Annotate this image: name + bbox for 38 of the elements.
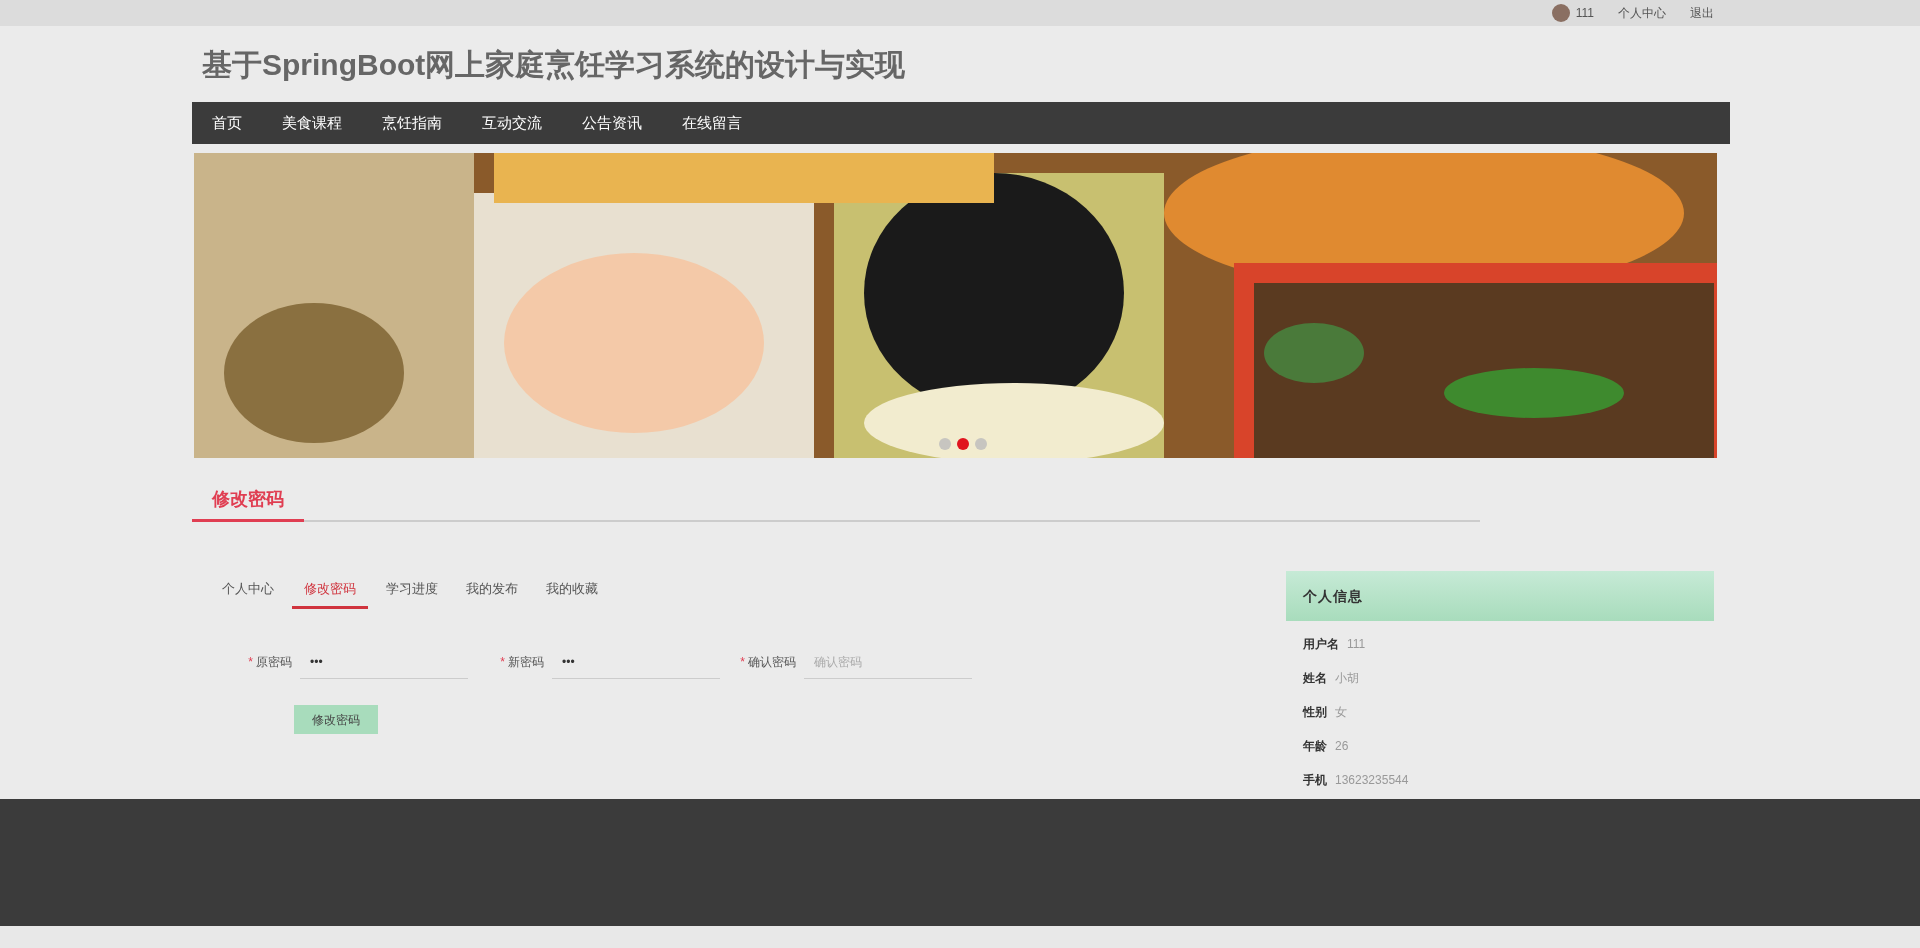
nav-link[interactable]: 美食课程 — [282, 111, 342, 135]
avatar-icon — [1551, 4, 1570, 22]
top-link[interactable]: 个人中心 — [1618, 4, 1666, 22]
profile-tab[interactable]: 我的发布 — [456, 571, 528, 609]
site-title: 基于SpringBoot网上家庭烹饪学习系统的设计与实现 — [201, 46, 907, 83]
field-label: 新密码 — [508, 654, 544, 671]
info-label: 手机 — [1303, 772, 1327, 789]
nav-link[interactable]: 互动交流 — [482, 111, 542, 135]
profile-tab[interactable]: 个人中心 — [212, 571, 284, 609]
field-label: 确认密码 — [748, 654, 796, 671]
password-field[interactable]: 确认密码 — [804, 645, 972, 679]
password-field[interactable]: ••• — [300, 645, 468, 679]
nav-link[interactable]: 公告资讯 — [582, 111, 642, 135]
info-value: 26 — [1335, 738, 1349, 755]
required-mark: * — [500, 654, 505, 671]
nav-link[interactable]: 烹饪指南 — [382, 111, 442, 135]
field-label: 原密码 — [256, 654, 292, 671]
username: 111 — [1575, 5, 1594, 22]
info-label: 姓名 — [1303, 670, 1327, 687]
password-field[interactable]: ••• — [552, 645, 720, 679]
panel-title: 个人信息 — [1303, 586, 1363, 606]
info-value: 小胡 — [1335, 670, 1359, 687]
info-label: 年龄 — [1303, 738, 1327, 755]
info-value: 女 — [1335, 704, 1347, 721]
profile-tab[interactable]: 学习进度 — [376, 571, 448, 609]
profile-tab[interactable]: 我的收藏 — [536, 571, 608, 609]
top-link[interactable]: 退出 — [1690, 4, 1714, 22]
section-title: 修改密码 — [192, 486, 304, 522]
nav-link[interactable]: 在线留言 — [682, 111, 742, 135]
required-mark: * — [248, 654, 253, 671]
info-value: 13623235544 — [1335, 772, 1409, 789]
submit-button[interactable]: 修改密码 — [294, 705, 378, 734]
info-label: 性别 — [1303, 704, 1327, 721]
info-label: 用户名 — [1303, 636, 1339, 653]
profile-tab[interactable]: 修改密码 — [292, 571, 368, 609]
info-value: 111 — [1347, 636, 1366, 653]
required-mark: * — [740, 654, 745, 671]
nav-link[interactable]: 首页 — [212, 111, 242, 135]
